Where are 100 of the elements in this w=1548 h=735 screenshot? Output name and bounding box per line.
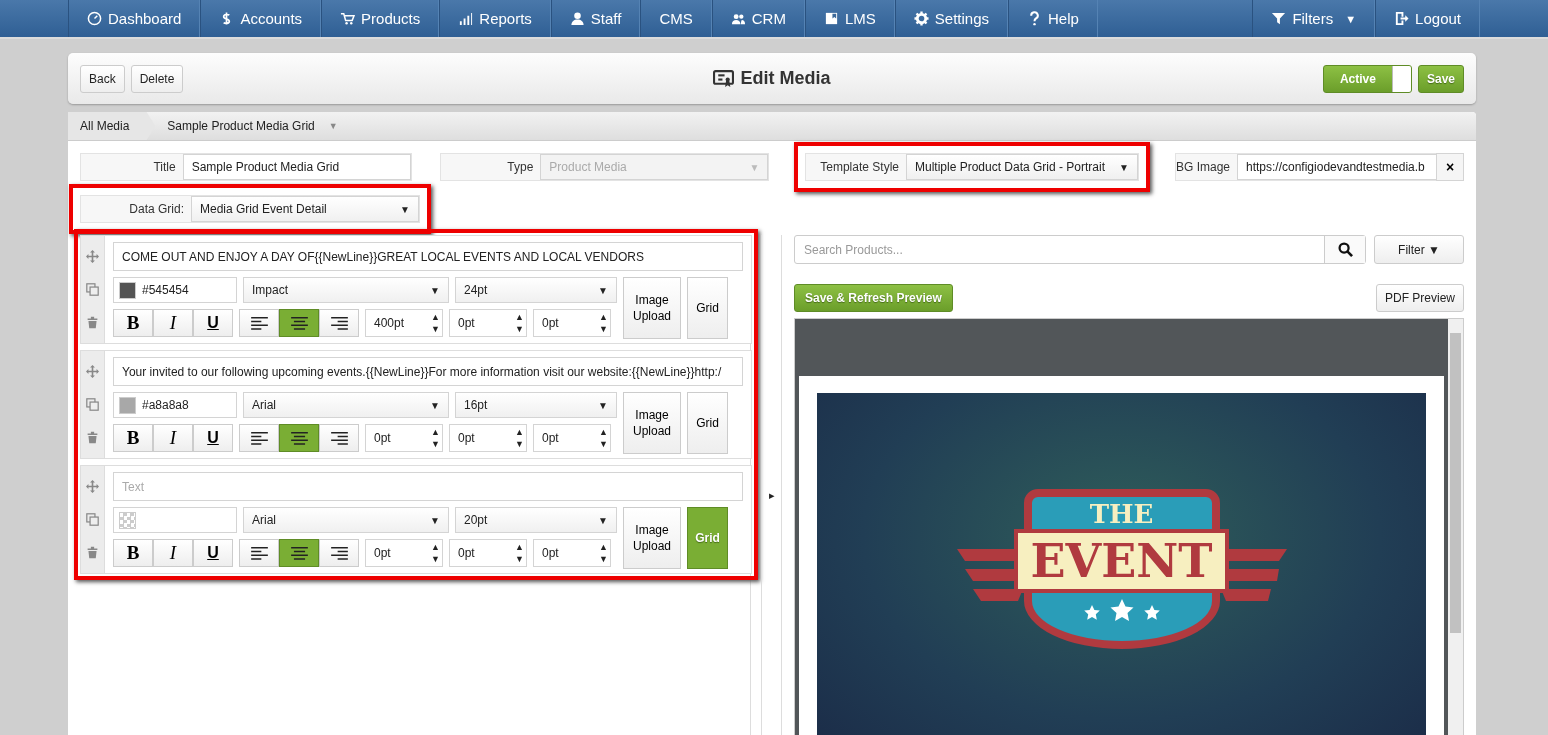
copy-icon[interactable]	[86, 283, 99, 296]
page-title: Edit Media	[740, 68, 831, 89]
number-field[interactable]: 0pt ▲ ▼	[533, 424, 611, 452]
number-field[interactable]: 0pt ▲ ▼	[533, 539, 611, 567]
move-icon[interactable]	[86, 250, 99, 263]
banner-text: THE	[1089, 499, 1154, 529]
align-button[interactable]	[279, 424, 319, 452]
field-label: Type	[506, 160, 535, 174]
grid-button[interactable]: Grid	[687, 392, 728, 454]
bar-chart-icon	[458, 11, 474, 26]
align-button[interactable]	[239, 309, 279, 337]
italic-button[interactable]: I	[153, 539, 193, 567]
align-center-icon	[290, 316, 308, 330]
align-center-icon	[290, 546, 308, 560]
align-button[interactable]	[279, 309, 319, 337]
help-icon	[1027, 11, 1042, 26]
font-select[interactable]: Arial ▼	[243, 392, 449, 418]
size-select[interactable]: 20pt ▼	[455, 507, 617, 533]
breadcrumb-item[interactable]: Sample Product Media Grid ▼	[155, 112, 350, 140]
align-button[interactable]	[319, 309, 359, 337]
number-field[interactable]: 400pt ▲ ▼	[365, 309, 443, 337]
clear-button[interactable]: ×	[1436, 153, 1464, 181]
bold-button[interactable]: B	[113, 309, 153, 337]
grid-button[interactable]: Grid	[687, 277, 728, 339]
nav-item[interactable]: CMS	[640, 0, 712, 37]
copy-icon[interactable]	[86, 513, 99, 526]
settings-icon	[913, 11, 929, 26]
funnel-icon	[1271, 11, 1287, 26]
color-field[interactable]	[113, 507, 237, 533]
color-field[interactable]: #545454	[113, 277, 237, 303]
trash-icon[interactable]	[86, 431, 99, 444]
move-icon[interactable]	[86, 365, 99, 378]
align-center-icon	[290, 431, 308, 445]
breadcrumb-item[interactable]: All Media	[68, 112, 156, 140]
collapse-strip[interactable]: ▸	[761, 235, 782, 735]
text-field[interactable]: Sample Product Media Grid	[182, 154, 411, 180]
number-field[interactable]: 0pt ▲ ▼	[449, 424, 527, 452]
gauge-icon	[87, 11, 102, 26]
italic-button[interactable]: I	[153, 309, 193, 337]
size-select[interactable]: 24pt ▼	[455, 277, 617, 303]
nav-item[interactable]: CRM	[711, 0, 805, 37]
nav-item[interactable]: LMS	[804, 0, 895, 37]
trash-icon[interactable]	[86, 316, 99, 329]
image-upload-button[interactable]: Image Upload	[623, 392, 681, 454]
align-button[interactable]	[239, 539, 279, 567]
transparent-swatch	[119, 511, 136, 529]
nav-item[interactable]: Help	[1008, 0, 1098, 37]
bold-button[interactable]: B	[113, 539, 153, 567]
banner-title: EVENT	[1014, 529, 1229, 593]
nav-item[interactable]: Settings	[894, 0, 1008, 37]
align-right-icon	[330, 546, 348, 560]
italic-button[interactable]: I	[153, 424, 193, 452]
image-upload-button[interactable]: Image Upload	[623, 507, 681, 569]
cart-icon	[340, 11, 356, 26]
move-icon[interactable]	[86, 480, 99, 493]
filter-button[interactable]: Filter ▼	[1374, 235, 1464, 264]
search-icon[interactable]	[1337, 242, 1353, 257]
header-button[interactable]: Back	[80, 64, 125, 93]
header-button[interactable]: Delete	[130, 64, 184, 93]
number-field[interactable]: 0pt ▲ ▼	[365, 424, 443, 452]
number-field[interactable]: 0pt ▲ ▼	[449, 539, 527, 567]
nav-item[interactable]: Accounts	[200, 0, 322, 37]
trash-icon[interactable]	[86, 546, 99, 559]
align-button[interactable]	[319, 424, 359, 452]
align-button[interactable]	[279, 539, 319, 567]
align-button[interactable]	[319, 539, 359, 567]
underline-button[interactable]: U	[193, 309, 233, 337]
user-icon	[569, 11, 585, 26]
color-field[interactable]: #a8a8a8	[113, 392, 237, 418]
text-field[interactable]: https://configiodevandtestmedia.b	[1237, 154, 1437, 180]
number-field[interactable]: 0pt ▲ ▼	[533, 309, 611, 337]
select-field[interactable]: Media Grid Event Detail ▼	[191, 196, 419, 222]
underline-button[interactable]: U	[193, 424, 233, 452]
nav-item[interactable]: Filters ▼	[1252, 0, 1376, 37]
number-field[interactable]: 0pt ▲ ▼	[365, 539, 443, 567]
logout-icon	[1394, 11, 1410, 26]
select-field[interactable]: Multiple Product Data Grid - Portrait ▼	[905, 154, 1138, 180]
nav-item[interactable]: Logout	[1375, 0, 1480, 37]
pdf-preview-button[interactable]: PDF Preview	[1376, 284, 1464, 312]
image-upload-button[interactable]: Image Upload	[623, 277, 681, 339]
bold-button[interactable]: B	[113, 424, 153, 452]
field-label: Template Style	[819, 160, 900, 174]
text-field[interactable]: COME OUT AND ENJOY A DAY OF{{NewLine}}GREAT LOCAL EVENTS AND LOCAL VENDORS	[113, 242, 743, 271]
align-left-icon	[250, 316, 268, 330]
align-right-icon	[330, 316, 348, 330]
nav-item[interactable]: Staff	[550, 0, 641, 37]
font-select[interactable]: Arial ▼	[243, 507, 449, 533]
underline-button[interactable]: U	[193, 539, 233, 567]
users-icon	[730, 11, 746, 26]
media-icon	[713, 69, 735, 88]
copy-icon[interactable]	[86, 398, 99, 411]
size-select[interactable]: 16pt ▼	[455, 392, 617, 418]
font-select[interactable]: Impact ▼	[243, 277, 449, 303]
number-field[interactable]: 0pt ▲ ▼	[449, 309, 527, 337]
scrollbar[interactable]	[1448, 319, 1463, 735]
nav-item[interactable]: Products	[321, 0, 440, 37]
text-field[interactable]: Your invited to our following upcoming events.{{NewLine}}For more information visit our website:{{NewLine}}http:/	[113, 357, 743, 386]
nav-item[interactable]: Reports	[439, 0, 551, 37]
nav-item[interactable]: Dashboard	[68, 0, 201, 37]
align-button[interactable]	[239, 424, 279, 452]
